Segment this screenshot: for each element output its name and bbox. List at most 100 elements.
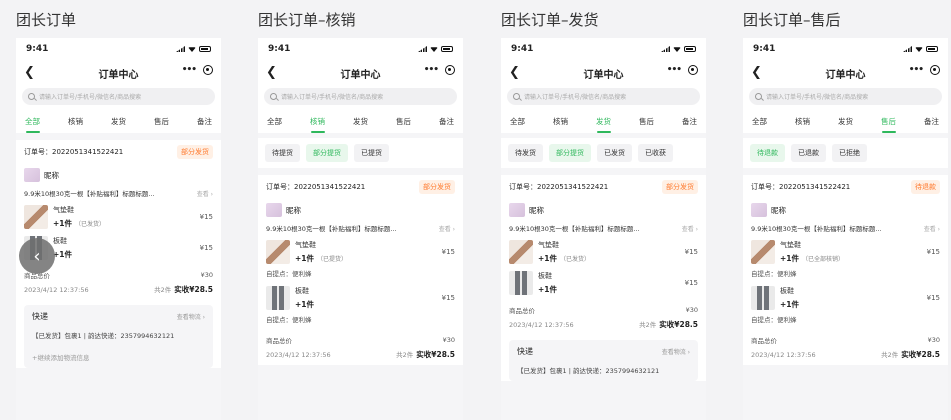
search-input[interactable]: 请输入订单号/手机号/微信名/商品搜索 xyxy=(264,88,457,105)
tab-item[interactable]: 备注 xyxy=(195,112,214,131)
more-icon[interactable]: ••• xyxy=(424,65,439,75)
close-target-icon[interactable] xyxy=(688,65,698,75)
status-icons xyxy=(176,46,211,52)
filter-chip[interactable]: 待退款 xyxy=(750,144,785,162)
filter-chip[interactable]: 已收获 xyxy=(638,144,673,162)
product-image xyxy=(24,205,48,229)
tab-item[interactable]: 发货 xyxy=(594,112,613,133)
product-info: 板鞋 +1件 xyxy=(538,271,680,295)
back-icon[interactable]: ❮ xyxy=(24,65,35,80)
capsule-menu[interactable]: ••• xyxy=(909,65,940,75)
search-input[interactable]: 请输入订单号/手机号/微信名/商品搜索 xyxy=(507,88,700,105)
screen-title: 团长订单–发货 xyxy=(501,11,599,29)
tab-item[interactable]: 发货 xyxy=(836,112,855,131)
order-card[interactable]: 订单号：2022051341522421 部分发货 昵称 9.9米10根30克一根【补… xyxy=(258,175,463,365)
filter-chip[interactable]: 已发货 xyxy=(597,144,632,162)
product-qty: +1件 xyxy=(53,250,73,259)
tab-item[interactable]: 核销 xyxy=(793,112,812,131)
view-link[interactable]: 查看 › xyxy=(924,224,940,233)
group-title: 9.9米10根30克一根【补贴福利】标题标题... xyxy=(24,190,155,198)
capsule-menu[interactable]: ••• xyxy=(667,65,698,75)
product-row: 气垫鞋 +1件 （已发货） ¥15 xyxy=(509,235,698,266)
tab-item[interactable]: 核销 xyxy=(66,112,85,131)
group-title: 9.9米10根30克一根【补贴福利】标题标题... xyxy=(751,225,882,233)
wifi-icon xyxy=(915,47,923,52)
tab-item[interactable]: 售后 xyxy=(879,112,898,133)
wifi-icon xyxy=(673,47,681,52)
product-info: 板鞋 +1件 xyxy=(295,286,437,310)
status-filter-chips: 待提货 部分提货 已提货 xyxy=(258,138,463,168)
order-header: 订单号：2022051341522421 待退款 xyxy=(751,175,940,199)
filter-chip[interactable]: 已拒绝 xyxy=(832,144,867,162)
tab-item[interactable]: 全部 xyxy=(23,112,42,133)
add-logistics-link[interactable]: +继续添加物流信息 xyxy=(32,352,205,362)
status-badge: 待退款 xyxy=(911,180,940,194)
filter-chip[interactable]: 已退款 xyxy=(791,144,826,162)
search-input[interactable]: 请输入订单号/手机号/微信名/商品搜索 xyxy=(22,88,215,105)
product-name: 板鞋 xyxy=(780,287,794,295)
search-input[interactable]: 请输入订单号/手机号/微信名/商品搜索 xyxy=(749,88,942,105)
shipping-header: 快递 查看物流 › xyxy=(32,311,205,322)
filter-chip[interactable]: 部分提货 xyxy=(549,144,591,162)
total-value: ¥30 xyxy=(685,306,698,314)
tab-item[interactable]: 全部 xyxy=(508,112,527,131)
product-qty: +1件 xyxy=(538,254,558,263)
more-icon[interactable]: ••• xyxy=(667,65,682,75)
product-price: ¥15 xyxy=(926,294,940,302)
filter-chip[interactable]: 已提货 xyxy=(354,144,389,162)
tab-item[interactable]: 核销 xyxy=(551,112,570,131)
pickup-point: 自提点：便利蜂 xyxy=(266,270,312,278)
tab-item[interactable]: 发货 xyxy=(351,112,370,131)
search-icon xyxy=(755,93,762,100)
filter-chip[interactable]: 待发货 xyxy=(508,144,543,162)
product-qty-row: +1件 xyxy=(53,249,195,260)
product-price: ¥15 xyxy=(441,248,455,256)
back-icon[interactable]: ❮ xyxy=(266,65,277,80)
shipping-label: 快递 xyxy=(32,312,48,321)
view-link[interactable]: 查看 › xyxy=(197,189,213,198)
carousel-prev-button[interactable]: ‹ xyxy=(19,238,55,274)
capsule-menu[interactable]: ••• xyxy=(182,65,213,75)
view-link[interactable]: 查看 › xyxy=(682,224,698,233)
product-qty-row: +1件 xyxy=(295,299,437,310)
track-logistics-link[interactable]: 查看物流 › xyxy=(662,347,690,356)
close-target-icon[interactable] xyxy=(930,65,940,75)
tab-item[interactable]: 售后 xyxy=(637,112,656,131)
status-icons xyxy=(418,46,453,52)
more-icon[interactable]: ••• xyxy=(909,65,924,75)
tab-item[interactable]: 全部 xyxy=(265,112,284,131)
tab-item[interactable]: 全部 xyxy=(750,112,769,131)
product-qty-row: +1件 xyxy=(780,299,922,310)
more-icon[interactable]: ••• xyxy=(182,65,197,75)
tab-item[interactable]: 售后 xyxy=(394,112,413,131)
tab-item[interactable]: 售后 xyxy=(152,112,171,131)
back-icon[interactable]: ❮ xyxy=(751,65,762,80)
close-target-icon[interactable] xyxy=(445,65,455,75)
capsule-menu[interactable]: ••• xyxy=(424,65,455,75)
signal-icon xyxy=(903,46,912,52)
filter-chip[interactable]: 待提货 xyxy=(265,144,300,162)
track-logistics-link[interactable]: 查看物流 › xyxy=(177,312,205,321)
order-header: 订单号：2022051341522421 部分发货 xyxy=(24,140,213,164)
tab-item[interactable]: 备注 xyxy=(922,112,941,131)
order-header: 订单号：2022051341522421 部分发货 xyxy=(266,175,455,199)
back-icon[interactable]: ❮ xyxy=(509,65,520,80)
tab-item[interactable]: 备注 xyxy=(680,112,699,131)
order-card[interactable]: 订单号：2022051341522421 部分发货 昵称 9.9米10根30克一根【补… xyxy=(501,175,706,381)
page-title: 订单中心 xyxy=(825,69,866,81)
product-info: 气垫鞋 +1件 （已全部核销） xyxy=(780,240,922,264)
order-tabs: 全部 核销 发货 售后 备注 xyxy=(743,109,948,133)
item-count: 共2件 xyxy=(639,321,657,329)
tab-item[interactable]: 核销 xyxy=(308,112,327,133)
close-target-icon[interactable] xyxy=(203,65,213,75)
tab-item[interactable]: 发货 xyxy=(109,112,128,131)
order-card[interactable]: 订单号：2022051341522421 待退款 昵称 9.9米10根30克一根【补贴… xyxy=(743,175,948,365)
avatar xyxy=(751,203,767,217)
product-info: 气垫鞋 +1件 （已发货） xyxy=(53,205,195,229)
order-number: 订单号：2022051341522421 xyxy=(24,148,124,156)
view-link[interactable]: 查看 › xyxy=(439,224,455,233)
tab-item[interactable]: 备注 xyxy=(437,112,456,131)
filter-chip[interactable]: 部分提货 xyxy=(306,144,348,162)
total-value: ¥30 xyxy=(927,336,940,344)
item-count: 共2件 xyxy=(881,351,899,359)
